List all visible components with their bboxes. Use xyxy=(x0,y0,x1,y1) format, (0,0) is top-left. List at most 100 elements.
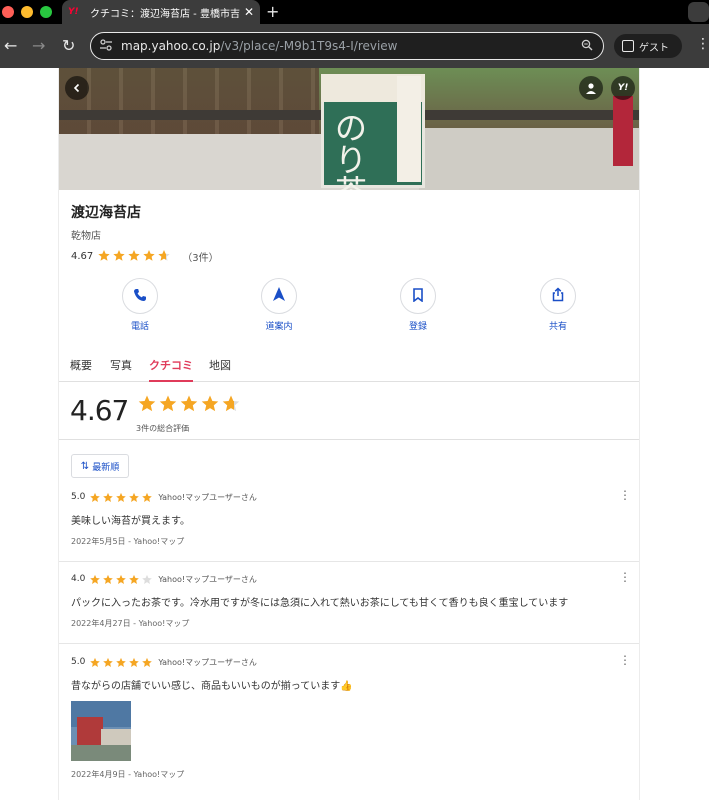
call-label: 電話 xyxy=(130,322,149,332)
yahoo-logo-icon[interactable]: Y! xyxy=(611,76,635,100)
window-minimize-button[interactable] xyxy=(21,6,33,18)
star-icon xyxy=(89,492,101,503)
shop-hero-photo[interactable]: のり茶 Y! xyxy=(59,68,639,190)
review-user[interactable]: Yahoo!マップユーザーさん xyxy=(158,574,257,585)
review-date: 2022年5月5日 - Yahoo!マップ xyxy=(71,537,185,546)
browser-tab-active[interactable]: Y! クチコミ：渡辺海苔店 - 豊橋市吉 ✕ xyxy=(62,0,260,24)
share-button[interactable]: 共有 xyxy=(528,278,588,333)
review-stars xyxy=(89,653,154,672)
shop-sign-text: のり茶 xyxy=(335,109,368,190)
place-tabs: 概要 写真 クチコミ 地図 xyxy=(59,354,639,382)
tab-map[interactable]: 地図 xyxy=(209,356,231,382)
window-zoom-button[interactable] xyxy=(40,6,52,18)
overall-stars xyxy=(137,394,242,413)
address-bar[interactable]: map.yahoo.co.jp/v3/place/-M9b1T9s4-I/rev… xyxy=(90,32,604,60)
star-icon xyxy=(89,657,101,668)
review-item: 5.0 Yahoo!マップユーザーさん ⋮ 昔ながらの店舗でいい感じ、商品もいい… xyxy=(59,653,639,800)
star-icon xyxy=(115,492,127,503)
overall-score: 4.67 xyxy=(70,394,129,427)
star-icon xyxy=(128,657,140,668)
site-settings-icon[interactable] xyxy=(99,38,117,54)
review-user[interactable]: Yahoo!マップユーザーさん xyxy=(158,657,257,668)
star-icon xyxy=(102,657,114,668)
review-text: 美味しい海苔が買えます。 xyxy=(71,516,190,527)
browser-menu-icon[interactable]: ⋮ xyxy=(696,36,709,52)
overall-subtitle: 3件の総合評価 xyxy=(136,424,190,433)
star-icon xyxy=(102,492,114,503)
review-date: 2022年4月9日 - Yahoo!マップ xyxy=(71,770,185,779)
sort-icon: ⇅ xyxy=(80,460,90,472)
directions-button[interactable]: 道案内 xyxy=(249,278,309,333)
star-icon xyxy=(128,492,140,503)
star-icon xyxy=(179,394,199,413)
review-photo-thumbnail[interactable] xyxy=(71,701,131,761)
guest-profile-button[interactable]: ゲスト xyxy=(614,34,682,58)
zoom-icon[interactable] xyxy=(581,39,593,54)
star-icon xyxy=(200,394,220,413)
url-host: map.yahoo.co.jp xyxy=(121,39,221,53)
star-icon xyxy=(141,657,153,668)
review-more-icon[interactable]: ⋮ xyxy=(619,488,631,502)
navigation-arrow-icon xyxy=(272,286,286,306)
review-more-icon[interactable]: ⋮ xyxy=(619,653,631,667)
shop-review-count[interactable]: （3件） xyxy=(182,249,218,264)
account-avatar-button[interactable] xyxy=(579,76,603,100)
review-date: 2022年4月27日 - Yahoo!マップ xyxy=(71,619,190,628)
forward-button[interactable]: → xyxy=(32,36,45,56)
person-icon xyxy=(622,40,634,52)
tab-overview[interactable]: 概要 xyxy=(70,356,92,382)
star-icon xyxy=(137,394,157,413)
browser-toolbar: ← → ↻ map.yahoo.co.jp/v3/place/-M9b1T9s4… xyxy=(0,24,709,68)
reload-button[interactable]: ↻ xyxy=(62,36,75,56)
directions-label: 道案内 xyxy=(265,322,293,332)
star-icon xyxy=(142,249,156,262)
page-content: のり茶 Y! 渡辺海苔店 乾物店 4.67 （3件） xyxy=(0,68,709,800)
tab-close-icon[interactable]: ✕ xyxy=(244,5,254,19)
review-item: 4.0 Yahoo!マップユーザーさん ⋮ パックに入ったお茶です。冷水用ですが… xyxy=(59,570,639,644)
review-stars xyxy=(89,488,154,507)
tab-search-button[interactable] xyxy=(688,2,709,22)
overall-rating: 4.67 3件の総合評価 xyxy=(59,382,639,440)
sort-newest-button[interactable]: ⇅ 最新順 xyxy=(71,454,129,478)
browser-tab-bar: Y! クチコミ：渡辺海苔店 - 豊橋市吉 ✕ + xyxy=(0,0,709,24)
share-label: 共有 xyxy=(548,322,567,332)
shop-rating-number: 4.67 xyxy=(71,250,94,262)
star-icon xyxy=(157,249,171,262)
star-icon xyxy=(127,249,141,262)
star-icon xyxy=(221,394,241,413)
shop-info: 渡辺海苔店 乾物店 4.67 （3件） xyxy=(59,190,639,264)
shop-rating-stars xyxy=(97,247,172,266)
review-text: パックに入ったお茶です。冷水用ですが冬には急須に入れて熱いお茶にしても甘くて香り… xyxy=(71,598,569,609)
back-arrow-button[interactable] xyxy=(65,76,89,100)
star-icon xyxy=(115,657,127,668)
phone-icon xyxy=(133,287,147,306)
save-button[interactable]: 登録 xyxy=(388,278,448,333)
back-button[interactable]: ← xyxy=(4,36,17,56)
save-label: 登録 xyxy=(408,322,427,332)
tab-reviews[interactable]: クチコミ xyxy=(149,356,193,382)
review-score: 5.0 xyxy=(71,657,86,667)
review-user[interactable]: Yahoo!マップユーザーさん xyxy=(158,492,257,503)
star-icon xyxy=(158,394,178,413)
star-icon xyxy=(141,492,153,503)
review-stars xyxy=(89,570,154,589)
star-icon xyxy=(141,574,153,585)
star-icon xyxy=(97,249,111,262)
new-tab-button[interactable]: + xyxy=(266,2,279,21)
yahoo-favicon-icon: Y! xyxy=(68,7,79,17)
shop-name: 渡辺海苔店 xyxy=(71,205,141,221)
review-score: 5.0 xyxy=(71,492,86,502)
share-icon xyxy=(551,286,565,306)
review-item: 5.0 Yahoo!マップユーザーさん ⋮ 美味しい海苔が買えます。 2022年… xyxy=(59,488,639,562)
star-icon xyxy=(102,574,114,585)
sort-label: 最新順 xyxy=(92,462,120,473)
star-icon xyxy=(128,574,140,585)
url-text: map.yahoo.co.jp/v3/place/-M9b1T9s4-I/rev… xyxy=(121,39,398,53)
window-close-button[interactable] xyxy=(2,6,14,18)
review-more-icon[interactable]: ⋮ xyxy=(619,570,631,584)
star-icon xyxy=(115,574,127,585)
call-button[interactable]: 電話 xyxy=(110,278,170,333)
bookmark-icon xyxy=(412,287,424,306)
review-score: 4.0 xyxy=(71,574,86,584)
tab-photos[interactable]: 写真 xyxy=(110,356,132,382)
